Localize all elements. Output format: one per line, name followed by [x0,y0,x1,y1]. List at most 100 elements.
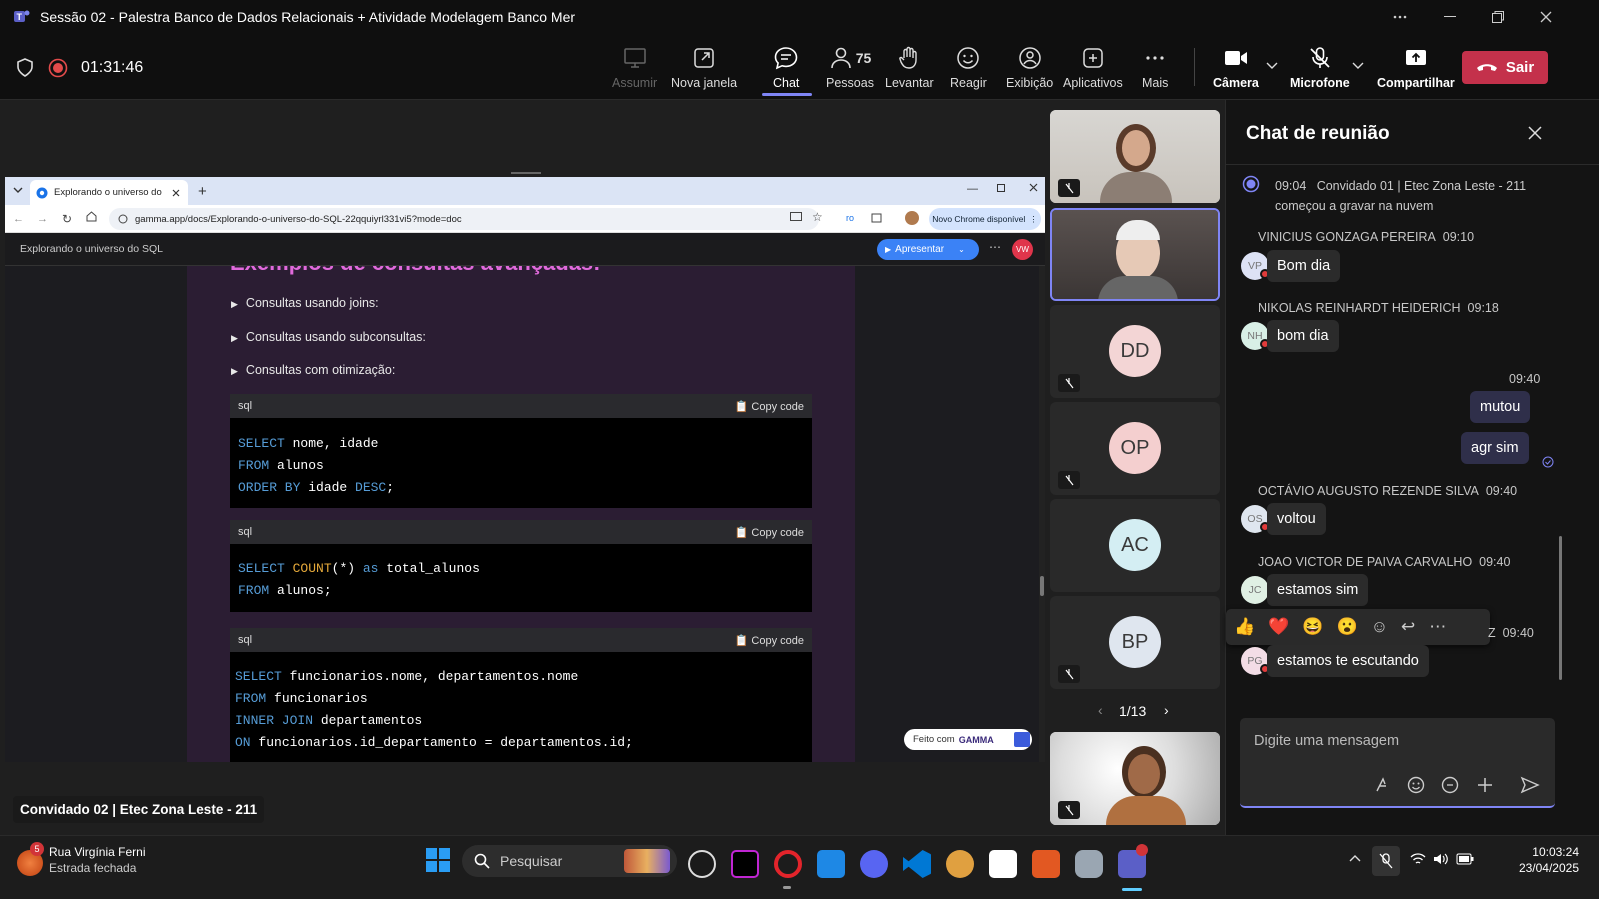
mais-button[interactable]: Mais [1142,46,1168,90]
forward-icon[interactable]: → [37,213,48,225]
participant-tile[interactable]: OP [1050,402,1220,495]
profile-avatar[interactable] [905,211,919,225]
made-with-gamma-badge[interactable]: Feito com GAMMA [904,729,1032,750]
heart-reaction-icon[interactable]: ❤️ [1268,617,1289,637]
vscode-icon[interactable] [903,850,931,878]
close-icon[interactable] [1522,0,1570,34]
reload-icon[interactable]: ↻ [62,212,72,226]
chat-message[interactable]: voltou [1267,503,1326,535]
battery-icon[interactable] [1456,853,1474,865]
chat-message[interactable]: estamos te escutando [1267,645,1429,677]
extensions-puzzle-icon[interactable] [871,211,883,223]
participant-tile[interactable]: AC [1050,499,1220,592]
levantar-button[interactable]: Levantar [885,46,934,90]
jetbrains-icon[interactable] [731,850,759,878]
restore-icon[interactable] [1474,0,1522,34]
camera-button[interactable]: Câmera [1213,46,1259,90]
dbeaver-icon[interactable] [946,850,974,878]
send-icon[interactable] [1520,776,1540,794]
wifi-icon[interactable] [1410,852,1426,866]
camera-options-chevron-icon[interactable] [1266,62,1278,70]
message-more-icon[interactable]: ⋯ [1429,617,1446,637]
message-input[interactable]: Digite uma mensagem [1254,733,1399,749]
microfone-button[interactable]: Microfone [1290,46,1350,90]
own-chat-message[interactable]: agr sim [1461,432,1529,464]
widget-title[interactable]: Rua Virgínia Ferni [49,845,146,859]
loop-icon[interactable] [1441,776,1459,794]
assumir-button[interactable]: Assumir [612,46,657,90]
reagir-button[interactable]: Reagir [950,46,987,90]
browser-minimize-icon[interactable]: — [967,183,978,195]
clock-time[interactable]: 10:03:24 [1487,845,1579,859]
reply-icon[interactable]: ↩ [1401,617,1415,637]
opera-icon[interactable] [774,850,802,878]
leave-button[interactable]: Sair [1462,51,1548,84]
participant-video-tile[interactable] [1050,732,1220,825]
laugh-reaction-icon[interactable]: 😆 [1302,617,1323,637]
chat-message[interactable]: bom dia [1267,320,1339,352]
copy-code-button[interactable]: 📋 Copy code [735,526,804,539]
add-reaction-icon[interactable]: ☺ [1371,617,1388,637]
chat-button[interactable]: Chat [773,46,799,90]
new-tab-icon[interactable]: + [198,183,207,200]
participant-tile[interactable]: DD [1050,305,1220,398]
copy-code-button[interactable]: 📋 Copy code [735,634,804,647]
site-info-icon[interactable] [118,214,128,224]
brmodelo-icon[interactable] [1032,850,1060,878]
compose-box[interactable]: Digite uma mensagem [1240,718,1555,808]
copy-code-button[interactable]: 📋 Copy code [735,400,804,413]
aplicativos-button[interactable]: Aplicativos [1063,46,1123,90]
pessoas-button[interactable]: 75 Pessoas [826,46,874,90]
stage-drag-handle[interactable] [511,172,541,174]
toggle-joins[interactable]: ▶ Consultas usando joins: [231,296,379,310]
sender-avatar[interactable]: JC [1241,576,1269,604]
attach-plus-icon[interactable] [1476,776,1494,794]
emoji-icon[interactable] [1407,776,1425,794]
minimize-icon[interactable] [1426,0,1474,34]
user-avatar[interactable]: VW [1012,239,1033,260]
taskbar-search[interactable]: Pesquisar [462,845,677,877]
volume-icon[interactable] [1433,852,1449,866]
notion-icon[interactable] [989,850,1017,878]
participant-tile[interactable]: BP [1050,596,1220,689]
nova-janela-button[interactable]: Nova janela [671,46,737,90]
chrome-update-button[interactable]: Novo Chrome disponível ⋮ [929,208,1041,230]
mic-options-chevron-icon[interactable] [1352,62,1364,70]
like-reaction-icon[interactable]: 👍 [1234,617,1255,637]
windows-start-icon[interactable] [425,847,451,873]
next-page-icon[interactable]: › [1164,702,1169,718]
discord-icon[interactable] [860,850,888,878]
shield-icon[interactable] [16,58,34,78]
chat-scrollbar[interactable] [1559,536,1562,680]
back-icon[interactable]: ← [13,213,24,225]
tray-chevron-icon[interactable] [1349,854,1361,862]
format-icon[interactable] [1374,776,1392,794]
chat-message[interactable]: Bom dia [1267,250,1341,282]
home-icon[interactable] [86,211,97,222]
exibicao-button[interactable]: Exibição [1006,46,1053,90]
app-icon[interactable] [817,850,845,878]
participant-video-tile-active-speaker[interactable] [1050,208,1220,301]
url-field[interactable]: gamma.app/docs/Explorando-o-universo-do-… [109,208,819,230]
doc-more-icon[interactable]: ⋯ [989,240,1001,254]
toggle-subqueries[interactable]: ▶ Consultas usando subconsultas: [231,330,426,344]
surprised-reaction-icon[interactable]: 😮 [1337,617,1358,637]
github-icon[interactable] [688,850,716,878]
own-chat-message[interactable]: mutou [1470,391,1531,423]
tab-search-chevron-icon[interactable] [13,186,23,194]
browser-tab-active[interactable]: Explorando o universo do SQL [30,180,188,205]
clock-date[interactable]: 23/04/2025 [1487,861,1579,875]
browser-restore-icon[interactable] [997,183,1006,192]
game-controller-icon[interactable] [1075,850,1103,878]
browser-close-icon[interactable] [1029,183,1038,192]
install-app-icon[interactable] [790,212,802,223]
bookmark-star-icon[interactable]: ☆ [812,210,823,224]
compartilhar-button[interactable]: Compartilhar [1377,46,1455,90]
extension-ro[interactable]: ro [846,213,854,223]
prev-page-icon[interactable]: ‹ [1098,702,1103,718]
toggle-optimization[interactable]: ▶ Consultas com otimização: [231,363,395,377]
more-options-icon[interactable] [1376,0,1424,34]
doc-scrollbar[interactable] [1039,266,1045,762]
tray-mic-muted-icon[interactable] [1372,846,1400,876]
close-chat-icon[interactable] [1528,126,1542,140]
